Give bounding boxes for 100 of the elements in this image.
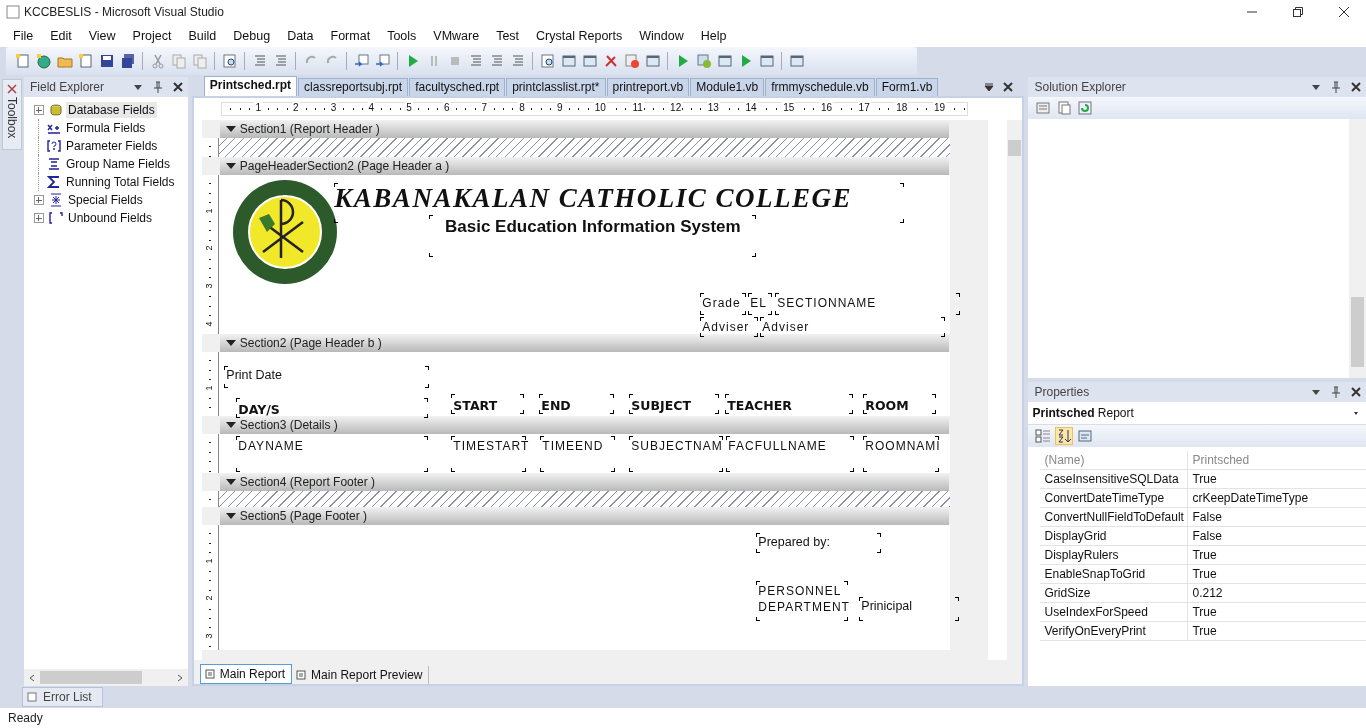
property-value[interactable]: True bbox=[1188, 565, 1366, 584]
property-name[interactable]: ConvertDateTimeType bbox=[1040, 489, 1189, 508]
menu-item[interactable]: VMware bbox=[424, 28, 488, 43]
menu-item[interactable]: Build bbox=[179, 28, 225, 43]
restore-icon[interactable] bbox=[1292, 6, 1304, 18]
expand-icon[interactable] bbox=[33, 195, 44, 205]
show-files-icon[interactable] bbox=[1056, 100, 1072, 116]
report-field[interactable]: Adviser bbox=[760, 317, 946, 337]
categorized-icon[interactable] bbox=[1035, 428, 1051, 444]
error-list-tab[interactable]: Error List bbox=[22, 687, 103, 707]
pin-icon[interactable] bbox=[1330, 386, 1342, 398]
report-view-tab[interactable]: Main Report bbox=[199, 664, 293, 684]
navigate-icon[interactable] bbox=[374, 53, 391, 69]
close-icon[interactable] bbox=[1350, 386, 1362, 398]
tree-item[interactable]: Special Fields bbox=[65, 192, 145, 208]
toolbox-tab[interactable]: Toolbox bbox=[2, 79, 22, 150]
menu-item[interactable]: Help bbox=[691, 28, 735, 43]
menu-item[interactable]: Debug bbox=[224, 28, 279, 43]
report-field[interactable]: ROOMNAMI bbox=[863, 436, 940, 472]
report-field[interactable]: TIMEEND bbox=[540, 436, 616, 472]
tree-item[interactable]: Running Total Fields bbox=[63, 174, 177, 190]
report-field[interactable]: Prinicipal bbox=[859, 597, 960, 621]
document-tab[interactable]: printreport.vb bbox=[606, 78, 690, 96]
save-icon[interactable] bbox=[98, 53, 115, 69]
property-value[interactable]: crKeepDateTimeType bbox=[1188, 489, 1366, 508]
error-icon[interactable] bbox=[623, 53, 640, 69]
report-field[interactable]: Grade bbox=[700, 293, 747, 315]
report-field[interactable]: DAYNAME bbox=[236, 436, 429, 472]
report-field[interactable]: Print Date bbox=[224, 366, 430, 388]
report-field[interactable]: TEACHER bbox=[725, 394, 854, 414]
document-tab[interactable]: printclasslist.rpt* bbox=[506, 78, 606, 96]
menu-item[interactable]: Crystal Reports bbox=[527, 28, 631, 43]
close-icon[interactable] bbox=[1338, 6, 1350, 18]
close-icon[interactable] bbox=[1350, 81, 1362, 93]
report-field[interactable]: FACFULLNAME bbox=[726, 436, 855, 472]
section-header-bar[interactable]: Section1 (Report Header ) bbox=[219, 120, 949, 138]
document-tab[interactable]: Module1.vb bbox=[690, 78, 765, 96]
close-icon[interactable] bbox=[171, 81, 184, 93]
navigate-icon[interactable] bbox=[353, 53, 370, 69]
scroll-left-icon[interactable] bbox=[27, 673, 36, 682]
property-value[interactable]: False bbox=[1188, 508, 1366, 527]
scroll-right-icon[interactable] bbox=[175, 673, 184, 682]
caret-icon[interactable] bbox=[225, 421, 236, 429]
report-field[interactable]: SUBJECTNAM bbox=[629, 436, 724, 472]
globe-icon[interactable] bbox=[35, 53, 52, 69]
window-icon[interactable] bbox=[560, 53, 577, 69]
find-icon[interactable] bbox=[221, 53, 238, 69]
section-header-bar[interactable]: PageHeaderSection2 (Page Header a ) bbox=[219, 157, 949, 175]
horizontal-scrollbar[interactable] bbox=[23, 669, 188, 686]
tree-item[interactable]: Parameter Fields bbox=[63, 138, 160, 154]
property-name[interactable]: VerifyOnEveryPrint bbox=[1040, 622, 1189, 641]
report-field[interactable]: START bbox=[451, 394, 525, 414]
refresh-icon[interactable] bbox=[1077, 100, 1093, 116]
report-field[interactable]: SECTIONNAME bbox=[775, 293, 961, 315]
document-tab[interactable]: classreportsubj.rpt bbox=[298, 78, 409, 96]
document-tab[interactable]: Printsched.rpt bbox=[203, 76, 298, 96]
property-name[interactable]: ConvertNullFieldToDefault bbox=[1040, 508, 1189, 527]
sort-alphabetical-icon[interactable] bbox=[1056, 428, 1072, 444]
menu-item[interactable]: Window bbox=[630, 28, 692, 43]
caret-icon[interactable] bbox=[225, 125, 236, 133]
dropdown-arrow-icon[interactable] bbox=[983, 80, 996, 93]
document-tab[interactable]: frmmyschedule.vb bbox=[765, 78, 875, 96]
menu-item[interactable]: Project bbox=[123, 28, 180, 43]
property-value[interactable]: True bbox=[1188, 603, 1366, 622]
caret-icon[interactable] bbox=[225, 162, 236, 170]
window-icon[interactable] bbox=[758, 53, 775, 69]
report-field[interactable]: PERSONNEL DEPARTMENT bbox=[756, 581, 849, 621]
property-name[interactable]: DisplayGrid bbox=[1040, 527, 1189, 546]
section-header-bar[interactable]: Section3 (Details ) bbox=[219, 416, 949, 434]
window-icon[interactable] bbox=[788, 53, 805, 69]
menu-item[interactable]: Data bbox=[278, 28, 322, 43]
menu-item[interactable]: Test bbox=[487, 28, 528, 43]
tree-item[interactable]: Formula Fields bbox=[63, 120, 148, 136]
vertical-scrollbar[interactable] bbox=[1349, 119, 1366, 378]
section-header-bar[interactable]: Section5 (Page Footer ) bbox=[219, 507, 949, 525]
property-name[interactable]: DisplayRulers bbox=[1040, 546, 1189, 565]
tree-item[interactable]: Database Fields bbox=[65, 102, 157, 118]
section-header-bar[interactable]: Section4 (Report Footer ) bbox=[219, 473, 949, 491]
report-field[interactable]: EL bbox=[748, 293, 773, 315]
report-view-tab[interactable]: Main Report Preview bbox=[292, 666, 430, 684]
cut-icon[interactable] bbox=[149, 53, 166, 69]
property-name[interactable]: EnableSnapToGrid bbox=[1040, 565, 1189, 584]
report-field[interactable]: END bbox=[539, 394, 615, 414]
menu-item[interactable]: File bbox=[4, 28, 42, 43]
report-field[interactable]: TIMESTART bbox=[451, 436, 527, 472]
report-field[interactable]: ROOM bbox=[863, 394, 937, 414]
window-icon[interactable] bbox=[581, 53, 598, 69]
expand-icon[interactable] bbox=[33, 105, 44, 115]
caret-icon[interactable] bbox=[225, 512, 236, 520]
property-value[interactable]: True bbox=[1188, 622, 1366, 641]
report-field[interactable]: DAY/S bbox=[236, 398, 429, 418]
property-name[interactable]: UseIndexForSpeed bbox=[1040, 603, 1189, 622]
tree-item[interactable]: Group Name Fields bbox=[63, 156, 172, 172]
menu-item[interactable]: Edit bbox=[41, 28, 80, 43]
find-icon[interactable] bbox=[539, 53, 556, 69]
caret-icon[interactable] bbox=[225, 478, 236, 486]
close-icon[interactable] bbox=[1002, 80, 1015, 93]
report-field[interactable]: Adviser bbox=[700, 317, 759, 337]
property-name[interactable]: GridSize bbox=[1040, 584, 1189, 603]
window-icon[interactable] bbox=[716, 53, 733, 69]
